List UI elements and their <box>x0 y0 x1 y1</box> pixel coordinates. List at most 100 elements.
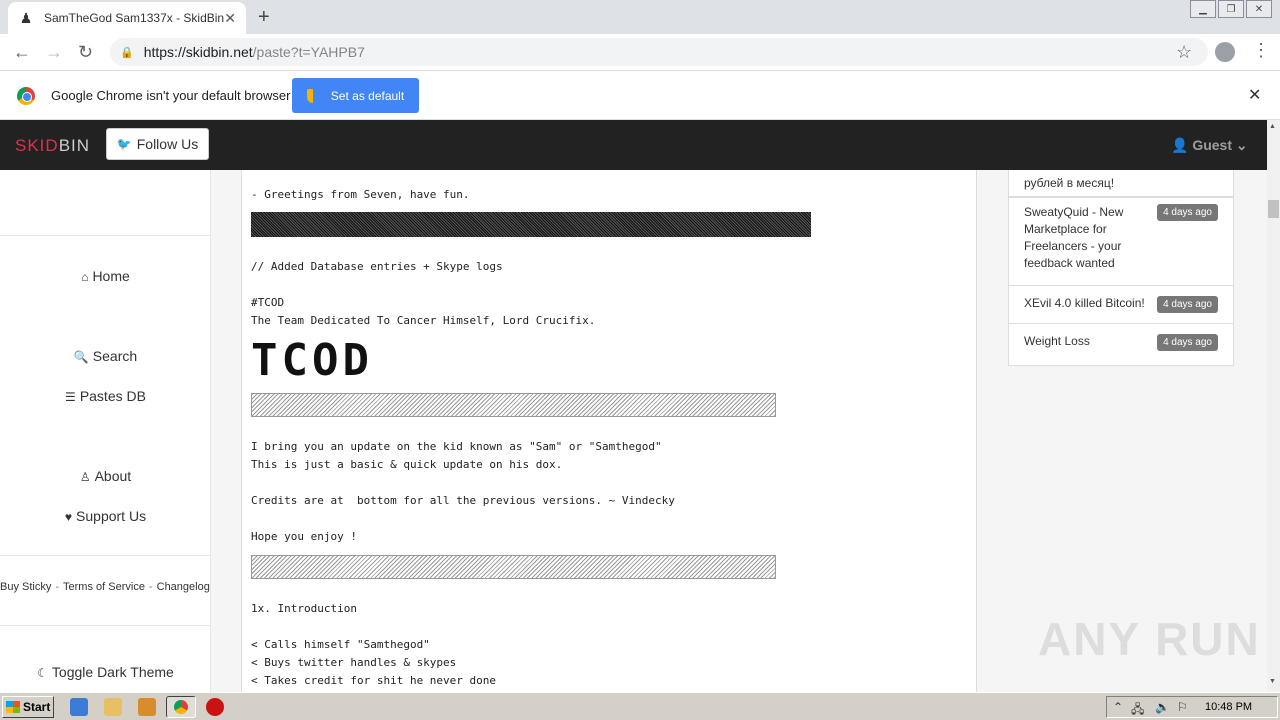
tray-expand-icon[interactable]: ⌃ <box>1113 700 1123 714</box>
url-path: /paste?t=YAHPB7 <box>252 44 365 60</box>
twitter-icon: 🐦 <box>116 137 132 151</box>
recent-paste-item[interactable]: SweatyQuid - New Marketplace for Freelan… <box>1008 197 1234 286</box>
moon-icon: ☾ <box>37 666 48 680</box>
chrome-menu-icon[interactable]: ⋮ <box>1252 40 1270 61</box>
tab-close-icon[interactable]: ✕ <box>224 10 236 27</box>
browser-tab[interactable]: ♟ SamTheGod Sam1337x - SkidBin ✕ <box>8 2 246 34</box>
antivirus-icon[interactable] <box>206 698 224 716</box>
windows-flag-icon <box>6 701 20 713</box>
sidebar-item-home[interactable]: ⌂ Home <box>0 268 211 284</box>
paste-line: // Added Database entries + Skype logs <box>251 260 503 273</box>
windows-taskbar: Start ⌃ 🖧 🔈 ⚐ 10:48 PM <box>0 692 1280 720</box>
sidebar-support-label: Support Us <box>76 508 147 524</box>
ascii-block-bar <box>251 555 776 579</box>
follow-us-button[interactable]: 🐦 Follow Us <box>106 128 209 160</box>
scrollbar-thumb[interactable] <box>1268 200 1279 218</box>
scroll-down-icon[interactable]: ▼ <box>1269 678 1276 685</box>
sidebar-footer: Buy Sticky - Terms of Service - Changelog <box>0 581 210 593</box>
sidebar-item-pastes-db[interactable]: ☰ Pastes DB <box>0 388 211 404</box>
paste-line: - Greetings from Seven, have fun. <box>251 188 470 201</box>
guest-menu[interactable]: 👤 Guest ⌄ <box>1171 137 1248 154</box>
paste-line: 1x. Introduction <box>251 602 357 615</box>
ascii-block-bar <box>251 393 776 417</box>
tab-title: SamTheGod Sam1337x - SkidBin <box>44 11 225 25</box>
toggle-dark-theme-button[interactable]: ☾ Toggle Dark Theme <box>0 664 211 680</box>
site-navbar: SKIDBIN 🐦 Follow Us 👤 Guest ⌄ <box>0 120 1267 170</box>
default-browser-infobar: Google Chrome isn't your default browser… <box>0 71 1280 120</box>
paste-line: This is just a basic & quick update on h… <box>251 458 563 471</box>
lock-icon: 🔒 <box>120 46 134 59</box>
chrome-icon <box>174 700 188 714</box>
infobar-text: Google Chrome isn't your default browser <box>51 88 291 103</box>
sidebar-search-label: Search <box>92 348 138 364</box>
window-controls: ▁ ❐ ✕ <box>1188 0 1272 18</box>
paste-line: < Calls himself "Samthegod" <box>251 638 430 651</box>
age-badge: 4 days ago <box>1157 204 1218 221</box>
network-icon[interactable]: 🖧 <box>1131 700 1144 720</box>
sidebar-home-label: Home <box>92 268 130 284</box>
age-badge: 4 days ago <box>1157 296 1218 313</box>
infobar-close-icon[interactable]: ✕ <box>1248 85 1261 105</box>
footer-changelog-link[interactable]: Changelog <box>157 581 210 593</box>
taskbar-clock: 10:48 PM <box>1205 701 1253 713</box>
recent-paste-item[interactable]: XEvil 4.0 killed Bitcoin! 4 days ago <box>1008 286 1234 324</box>
brand-skid: SKID <box>15 136 59 155</box>
tcod-ascii-art: TCOD <box>251 335 373 386</box>
forward-icon[interactable]: → <box>45 42 63 63</box>
volume-icon[interactable]: 🔈 <box>1155 700 1170 714</box>
recent-paste-item[interactable]: Weight Loss 4 days ago <box>1008 324 1234 366</box>
follow-label: Follow Us <box>136 136 199 152</box>
paste-content: - Greetings from Seven, have fun. // Add… <box>241 170 977 692</box>
heart-icon: ♥ <box>64 510 73 524</box>
page-scrollbar[interactable]: ▲ ▼ <box>1267 120 1280 692</box>
new-tab-icon[interactable]: + <box>258 6 270 29</box>
start-label: Start <box>23 700 51 714</box>
database-icon: ☰ <box>65 390 76 404</box>
chrome-taskbar-button[interactable] <box>166 696 196 718</box>
sidebar-item-support[interactable]: ♥ Support Us <box>0 508 211 524</box>
recent-paste-title: рублей в месяц! <box>1024 176 1115 190</box>
scroll-up-icon[interactable]: ▲ <box>1269 123 1276 130</box>
chrome-logo-icon <box>17 87 35 105</box>
footer-tos-link[interactable]: Terms of Service <box>63 581 145 593</box>
paste-line: Credits are at bottom for all the previo… <box>251 494 675 507</box>
sidebar-item-search[interactable]: 🔍 Search <box>0 348 211 364</box>
sidebar-divider <box>0 555 211 556</box>
close-window-icon[interactable]: ✕ <box>1246 0 1272 18</box>
user-icon: 👤 <box>1171 137 1189 153</box>
maximize-icon[interactable]: ❐ <box>1218 0 1244 18</box>
paste-line: The Team Dedicated To Cancer Himself, Lo… <box>251 314 596 327</box>
minimize-icon[interactable]: ▁ <box>1190 0 1216 18</box>
browser-toolbar: ← → ↻ 🔒 https://skidbin.net/paste?t=YAHP… <box>0 34 1280 71</box>
flag-icon[interactable]: ⚐ <box>1177 700 1188 714</box>
reload-icon[interactable]: ↻ <box>78 42 93 63</box>
back-icon[interactable]: ← <box>13 42 31 63</box>
set-default-button[interactable]: Set as default <box>292 78 419 113</box>
paste-line: #TCOD <box>251 296 285 309</box>
sidebar-item-about[interactable]: ♙ About <box>0 468 211 484</box>
set-default-label: Set as default <box>330 88 405 103</box>
media-player-icon[interactable] <box>138 698 156 716</box>
paste-line: < Takes credit for shit he never done <box>251 674 497 687</box>
address-bar[interactable]: 🔒 https://skidbin.net/paste?t=YAHPB7 <box>110 38 1208 66</box>
recent-paste-item[interactable]: рублей в месяц! <box>1008 170 1234 197</box>
shield-icon <box>306 88 319 103</box>
site-brand[interactable]: SKIDBIN <box>15 136 90 156</box>
guest-label: Guest <box>1192 137 1233 153</box>
explorer-icon[interactable] <box>104 698 122 716</box>
paste-line: Hope you enjoy ! <box>251 530 357 543</box>
paste-line: I bring you an update on the kid known a… <box>251 440 662 453</box>
brand-bin: BIN <box>58 136 91 155</box>
about-icon: ♙ <box>79 470 91 484</box>
bookmark-star-icon[interactable]: ☆ <box>1176 42 1192 63</box>
recent-paste-title: SweatyQuid - New Marketplace for Freelan… <box>1024 205 1124 270</box>
sidebar-pastes-db-label: Pastes DB <box>79 388 146 404</box>
system-tray: ⌃ 🖧 🔈 ⚐ 10:48 PM <box>1106 696 1278 718</box>
profile-avatar[interactable] <box>1215 42 1235 62</box>
footer-buy-sticky-link[interactable]: Buy Sticky <box>0 581 51 593</box>
sidebar: ⌂ Home 🔍 Search ☰ Pastes DB ♙ About ♥ Support… <box>0 170 211 692</box>
sidebar-about-label: About <box>94 468 132 484</box>
recent-paste-title: Weight Loss <box>1024 334 1090 348</box>
start-button[interactable]: Start <box>2 696 54 718</box>
ie-icon[interactable] <box>70 698 88 716</box>
